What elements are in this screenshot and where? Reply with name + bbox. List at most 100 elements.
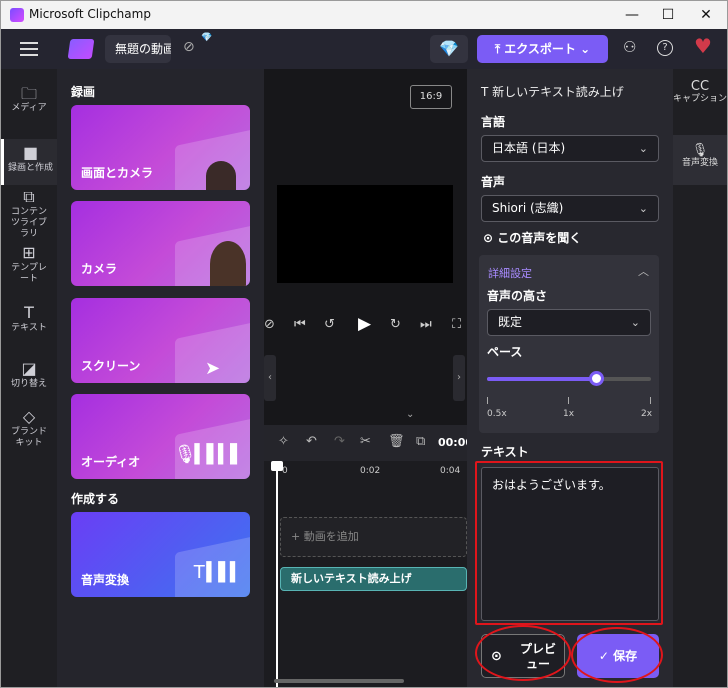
card-text-to-speech[interactable]: T ▍▌▍ 音声変換 — [71, 512, 250, 597]
waveform-icon: 🎙▍▌▍▌ — [173, 444, 244, 465]
nav-record-label: 録画と作成 — [7, 163, 53, 173]
rewind-5-icon[interactable]: ↺ — [324, 317, 335, 332]
app-logo-icon — [67, 39, 95, 59]
skip-back-icon[interactable]: ⏮ — [294, 317, 306, 332]
tts-audio-clip[interactable]: 新しいテキスト読み上げ — [280, 567, 467, 591]
app-header: 無題の動画 ⊘ 💎 💎 ⤒ エクスポート ⌄ ⚇ ? ♥ — [1, 29, 727, 69]
nav-text[interactable]: T テキスト — [1, 303, 57, 343]
add-video-track[interactable]: + 動画を追加 — [280, 517, 467, 557]
redo-icon[interactable]: ↷ — [334, 434, 345, 449]
pace-tick — [568, 397, 569, 404]
premium-gem-icon: 💎 — [201, 33, 213, 43]
play-icon[interactable]: ▶ — [358, 314, 371, 334]
record-create-panel: 録画 画面とカメラ カメラ ➤ スクリーン 🎙▍▌▍▌ オーディオ 作成する T ▍… — [57, 69, 264, 687]
pace-tick-label: 2x — [641, 409, 653, 419]
export-button[interactable]: ⤒ エクスポート ⌄ — [477, 35, 608, 63]
forward-5-icon[interactable]: ↻ — [390, 317, 401, 332]
text-icon: T — [24, 303, 34, 322]
play-circle-icon: ⊙ — [483, 231, 498, 245]
ruler-label: 0:02 — [360, 466, 381, 476]
voice-select[interactable]: Shiori (志織) ⌄ — [481, 195, 659, 222]
skip-forward-icon[interactable]: ⏭ — [420, 317, 432, 332]
chevron-down-icon[interactable]: ⌄ — [406, 409, 414, 420]
chevron-up-icon[interactable]: ︿ — [638, 263, 649, 279]
project-name-input[interactable]: 無題の動画 — [105, 35, 171, 63]
close-button[interactable]: ✕ — [691, 3, 721, 27]
card-audio[interactable]: 🎙▍▌▍▌ オーディオ — [71, 394, 250, 479]
collapse-right-icon[interactable]: › — [453, 355, 465, 401]
pace-slider[interactable] — [487, 371, 651, 386]
section-record-title: 録画 — [71, 85, 96, 99]
minimize-button[interactable]: — — [617, 3, 647, 27]
annotation-circle — [571, 627, 663, 683]
microphone-icon: 🎙 — [691, 143, 709, 158]
window-title: Microsoft Clipchamp — [29, 7, 151, 21]
card-label: 音声変換 — [81, 573, 130, 587]
nav-library-label: コンテンツライブラリ — [10, 207, 47, 239]
voice-value: Shiori (志織) — [492, 201, 564, 215]
text-wave-icon: T ▍▌▍ — [193, 562, 244, 583]
pace-slider-thumb[interactable] — [589, 371, 605, 386]
language-select[interactable]: 日本語 (日本) ⌄ — [481, 135, 659, 162]
captions-icon: CC — [690, 79, 710, 94]
app-window: Microsoft Clipchamp — ☐ ✕ 無題の動画 ⊘ 💎 💎 ⤒ … — [0, 0, 728, 688]
person-image — [210, 241, 246, 286]
nav-templates-label: テンプレート — [11, 263, 47, 284]
fullscreen-icon[interactable]: ⛶ — [452, 317, 461, 332]
text-label: テキスト — [481, 445, 529, 459]
audio-clip-label: 新しいテキスト読み上げ — [291, 572, 412, 585]
nav-media[interactable]: 🗀 メディア — [1, 81, 57, 127]
timeline-toolbar: ✧ ↶ ↷ ✂ 🗑 ⧉ 00:00 — [264, 425, 473, 461]
language-value: 日本語 (日本) — [492, 141, 566, 155]
magic-icon[interactable]: ✧ — [278, 434, 289, 449]
card-screen[interactable]: ➤ スクリーン — [71, 298, 250, 383]
nav-content-library[interactable]: ⧉ コンテンツライブラリ — [1, 187, 57, 239]
maximize-button[interactable]: ☐ — [653, 3, 683, 27]
chevron-down-icon: ⌄ — [630, 316, 640, 329]
nav-transitions-label: 切り替え — [10, 379, 47, 389]
nav-templates[interactable]: ⊞ テンプレート — [1, 243, 57, 289]
nav-brand-kit[interactable]: ◇ ブランドキット — [1, 407, 57, 453]
menu-icon[interactable] — [20, 42, 38, 56]
nav-transitions[interactable]: ◪ 切り替え — [1, 359, 57, 399]
voice-label: 音声 — [481, 175, 506, 189]
nav-record-create[interactable]: ■ 録画と作成 — [1, 139, 57, 185]
section-create-title: 作成する — [71, 492, 120, 506]
chevron-down-icon: ⌄ — [638, 142, 648, 155]
card-label: スクリーン — [81, 359, 141, 373]
card-label: オーディオ — [81, 455, 141, 469]
help-icon[interactable]: ? — [657, 40, 673, 56]
text-icon: T — [481, 85, 493, 99]
split-icon[interactable]: ✂ — [360, 434, 371, 449]
language-label: 言語 — [481, 115, 506, 129]
duplicate-icon[interactable]: ⧉ — [416, 434, 425, 449]
advanced-settings-toggle[interactable]: 詳細設定 — [488, 265, 532, 281]
premium-button[interactable]: 💎 — [430, 35, 468, 63]
nav-brand-label: ブランドキット — [10, 427, 47, 448]
rail-text-to-speech[interactable]: 🎙 音声変換 — [673, 135, 727, 185]
timeline-scrollbar[interactable] — [274, 679, 404, 683]
pitch-label: 音声の高さ — [487, 289, 548, 303]
share-icon[interactable]: ⚇ — [623, 38, 636, 56]
cloud-off-icon[interactable]: ⊘ — [183, 39, 195, 55]
aspect-ratio-button[interactable]: 16:9 — [410, 85, 452, 109]
card-camera[interactable]: カメラ — [71, 201, 250, 286]
pitch-value: 既定 — [498, 315, 523, 329]
left-nav: 🗀 メディア ■ 録画と作成 ⧉ コンテンツライブラリ ⊞ テンプレート T テキスト ◪… — [1, 69, 57, 687]
transitions-icon: ◪ — [21, 359, 37, 378]
collapse-left-icon[interactable]: ‹ — [264, 355, 276, 401]
card-screen-camera[interactable]: 画面とカメラ — [71, 105, 250, 190]
undo-icon[interactable]: ↶ — [306, 434, 317, 449]
title-bar: Microsoft Clipchamp — ☐ ✕ — [1, 1, 727, 29]
rail-tts-label: 音声変換 — [681, 158, 718, 168]
pitch-select[interactable]: 既定 ⌄ — [487, 309, 651, 336]
rail-captions[interactable]: CC キャプション — [673, 79, 727, 127]
playhead[interactable] — [271, 461, 283, 687]
camera-icon: ■ — [22, 143, 39, 162]
hide-icon[interactable]: ⊘ — [264, 317, 275, 332]
pace-tick-label: 0.5x — [487, 409, 507, 419]
video-track-label: + 動画を追加 — [291, 530, 359, 543]
delete-icon[interactable]: 🗑 — [388, 434, 405, 449]
listen-voice-link[interactable]: ⊙ この音声を聞く — [483, 229, 581, 246]
heart-icon[interactable]: ♥ — [694, 34, 712, 58]
